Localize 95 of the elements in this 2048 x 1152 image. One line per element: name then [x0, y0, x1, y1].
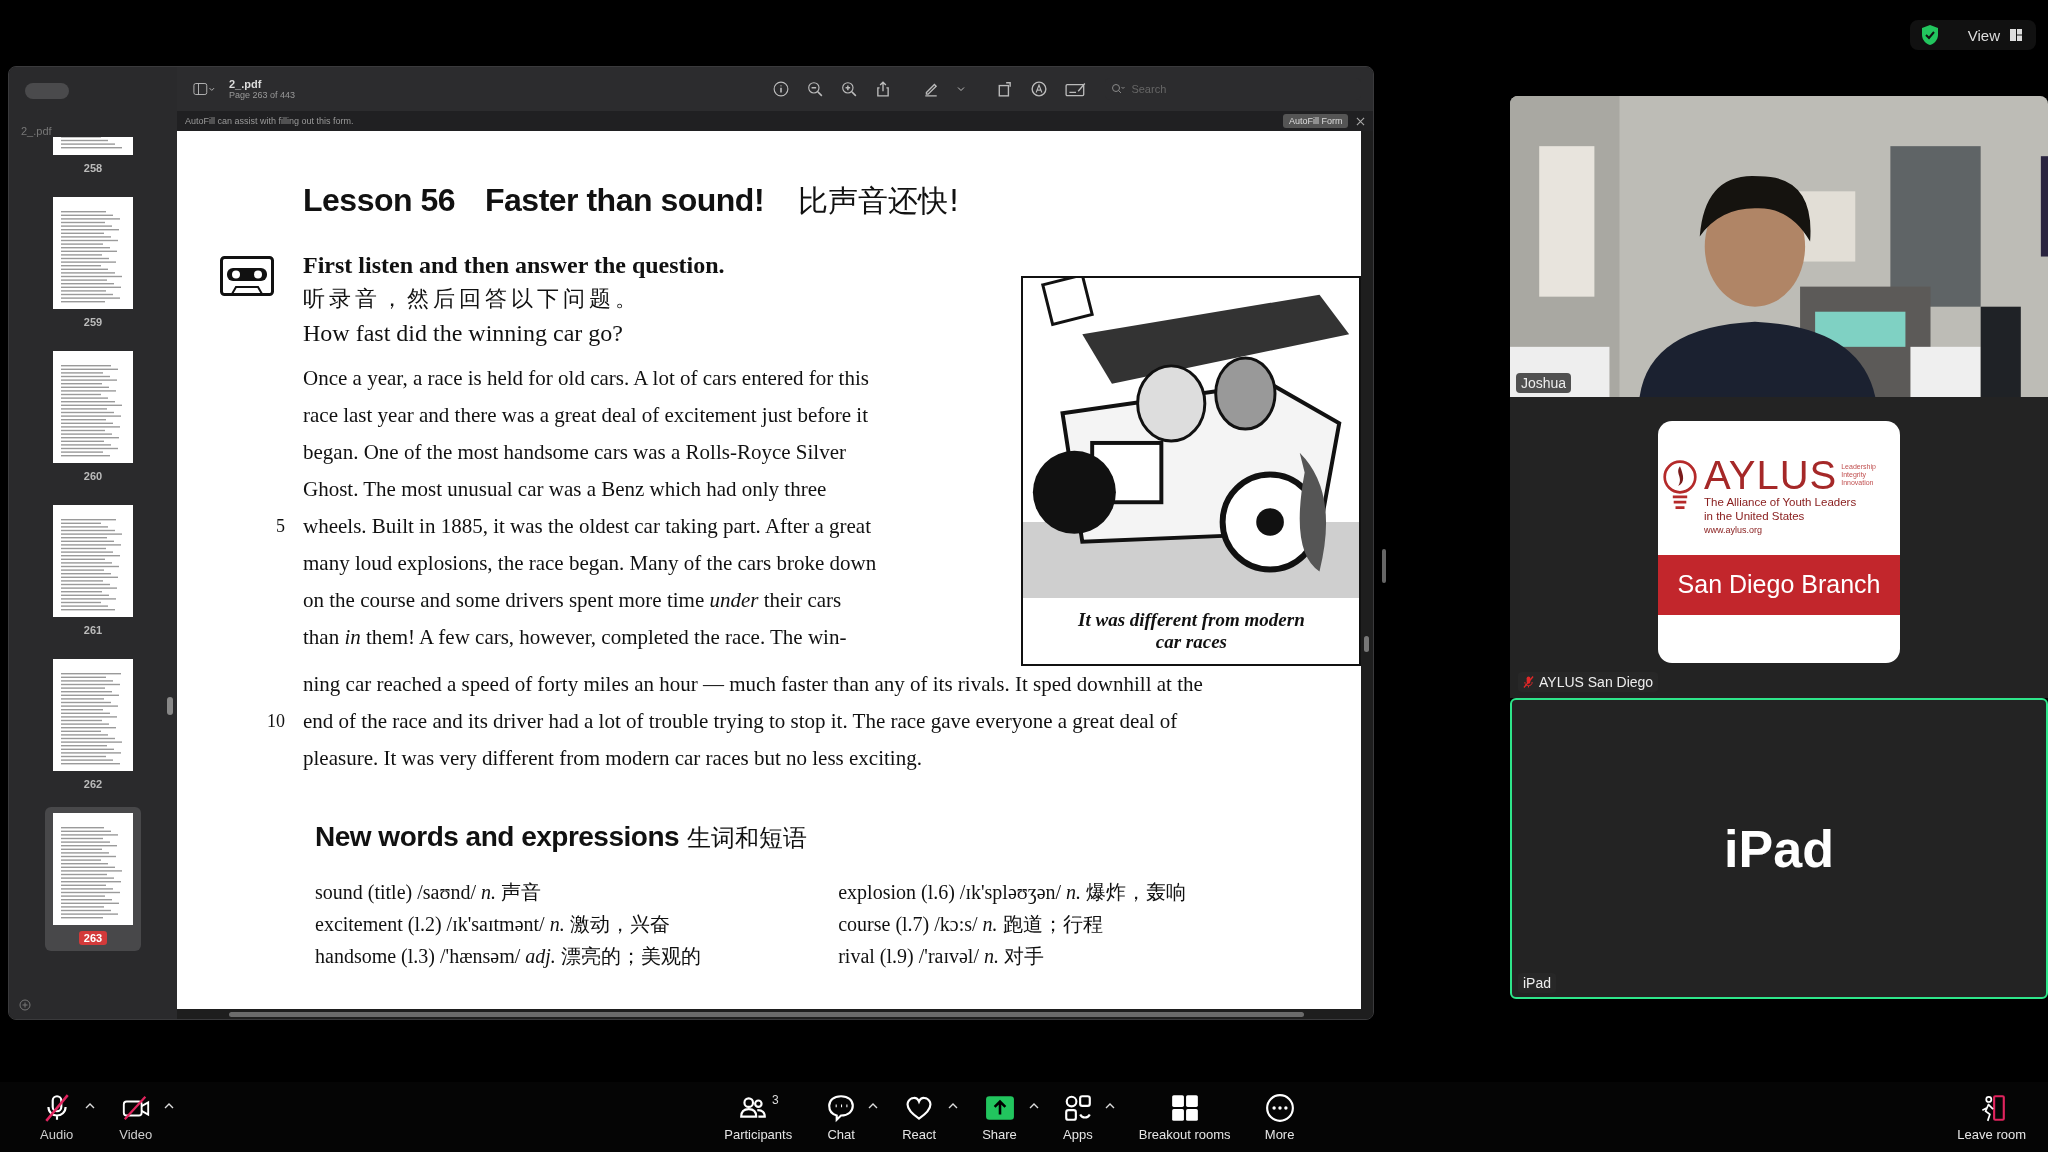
scrollbar-thumb[interactable]: [229, 1011, 1304, 1017]
caret-icon[interactable]: [85, 1102, 96, 1109]
leave-button[interactable]: Leave room: [1947, 1088, 2036, 1146]
page-thumbnail[interactable]: [53, 813, 133, 925]
participant-name: Joshua: [1521, 375, 1567, 391]
vocabulary-entry: course (l.7) /kɔ:s/ n. 跑道；行程: [838, 912, 1104, 938]
share-icon[interactable]: [875, 81, 892, 97]
participant-name: iPad: [1523, 975, 1552, 991]
vocabulary-entry: excitement (l.2) /ɪk'saɪtmənt/ n. 激动，兴奋: [315, 912, 671, 938]
passage-line: end of the race and its driver had a lot of trouble trying to stop it. The race gave everyone a great deal of: [303, 709, 1178, 734]
autofill-message: AutoFill can assist with filling out this form.: [185, 116, 354, 126]
passage-line: ning car reached a speed of forty miles an hour — much faster than any of its rivals. It sped downhill at the: [303, 672, 1203, 697]
lesson-title: Lesson 56: [303, 182, 455, 219]
participant-name: AYLUS San Diego: [1539, 674, 1654, 690]
document-title: 2_.pdf: [229, 78, 263, 90]
branch-name: San Diego Branch: [1677, 570, 1881, 599]
breakout-button[interactable]: Breakout rooms: [1128, 1088, 1241, 1146]
caret-icon[interactable]: [1028, 1102, 1039, 1109]
instruction-chinese: 听录音，然后回答以下问题。: [303, 285, 642, 313]
markup-icon[interactable]: [1031, 81, 1048, 97]
rotate-icon[interactable]: [997, 81, 1014, 97]
passage-line: than in them! A few cars, however, completed the race. The win-: [303, 625, 847, 650]
close-icon[interactable]: [1356, 116, 1366, 126]
page-number: 260: [82, 469, 104, 483]
line-number: 5: [276, 516, 285, 536]
search-field[interactable]: Search: [1129, 82, 1334, 96]
page-count: Page 263 of 443: [229, 90, 296, 100]
zoom-out-icon[interactable]: [807, 81, 824, 97]
section-heading: New words and expressions: [315, 821, 680, 853]
more-button[interactable]: More: [1254, 1088, 1305, 1146]
passage-line: wheels. Built in 1885, it was the oldest car taking part. After a great: [303, 514, 871, 539]
figure-caption: car races: [1155, 631, 1227, 653]
caret-icon[interactable]: [164, 1102, 175, 1109]
passage-line: race last year and there was a great deal of excitement just before it: [303, 403, 868, 428]
resize-handle[interactable]: [1382, 549, 1387, 583]
autofill-button[interactable]: AutoFill Form: [1282, 114, 1349, 128]
form-icon[interactable]: [1065, 81, 1088, 97]
page-thumbnail[interactable]: [53, 351, 133, 463]
more-icon: [1264, 1092, 1295, 1123]
shield-check-icon[interactable]: [1919, 24, 1940, 46]
line-number: 10: [267, 711, 285, 731]
logo-tagline: The Alliance of Youth Leaders: [1704, 494, 1858, 509]
apps-icon: [1062, 1092, 1093, 1123]
passage-line: pleasure. It was very different from modern car races but no less exciting.: [303, 746, 922, 771]
passage-line: began. One of the most handsome cars was a Rolls-Royce Silver: [303, 440, 846, 465]
sidebar-toggle-icon[interactable]: [193, 81, 215, 97]
vocabulary-entry: handsome (l.3) /'hænsəm/ adj. 漂亮的；美观的: [315, 944, 702, 970]
passage-line: on the course and some drivers spent more time under their cars: [303, 588, 842, 613]
page-number: 261: [82, 623, 104, 637]
passage-line: many loud explosions, the race began. Many of the cars broke down: [303, 551, 877, 576]
logo-tagline: in the United States: [1704, 508, 1806, 523]
lesson-heading: Faster than sound!: [485, 182, 765, 219]
page-number: 262: [82, 777, 104, 791]
chat-button[interactable]: Chat: [816, 1088, 867, 1146]
instruction-text: First listen and then answer the question.: [303, 251, 725, 280]
sidebar-title: 2_.pdf: [21, 125, 52, 137]
logo-wordmark: AYLUS: [1704, 454, 1838, 495]
add-icon[interactable]: [19, 999, 31, 1011]
info-icon[interactable]: [773, 81, 790, 97]
page-thumbnail[interactable]: [53, 659, 133, 771]
passage-line: Ghost. The most unusual car was a Benz which had only three: [303, 477, 827, 502]
vocabulary-entry: sound (title) /saʊnd/ n. 声音: [315, 880, 542, 906]
react-button[interactable]: React: [892, 1088, 947, 1146]
page-number: 263: [78, 931, 108, 945]
page-number: 259: [82, 315, 104, 329]
page-thumbnail[interactable]: [53, 505, 133, 617]
layout-icon: [2010, 29, 2022, 41]
caret-icon[interactable]: [1104, 1102, 1115, 1109]
passage-line: Once a year, a race is held for old cars. A lot of cars entered for this: [303, 366, 869, 391]
search-icon: [1111, 83, 1126, 95]
cassette-icon: [219, 256, 275, 296]
apps-button[interactable]: Apps: [1052, 1088, 1103, 1146]
scrollbar-thumb[interactable]: [167, 697, 173, 715]
lesson-heading-chinese: 比声音还快!: [798, 182, 961, 220]
vocabulary-entry: explosion (l.6) /ɪk'spləʊʒən/ n. 爆炸，轰响: [838, 880, 1188, 906]
caret-icon[interactable]: [868, 1102, 879, 1109]
figure-caption: It was different from modern: [1078, 609, 1305, 631]
caret-icon[interactable]: [948, 1102, 959, 1109]
logo-url: www.aylus.org: [1704, 524, 1764, 535]
page-number: 258: [82, 161, 104, 175]
audio-button[interactable]: Audio: [30, 1088, 84, 1146]
section-heading-chinese: 生词和短语: [687, 823, 808, 854]
pen-icon[interactable]: [923, 81, 940, 97]
zoom-in-icon[interactable]: [841, 81, 858, 97]
scrollbar-thumb[interactable]: [1364, 636, 1370, 652]
participants-button[interactable]: 3 Participants: [714, 1088, 803, 1146]
grid-icon: [1169, 1092, 1200, 1123]
chat-icon: [826, 1092, 857, 1123]
participant-label: iPad: [1724, 818, 1834, 879]
video-button[interactable]: Video: [109, 1088, 163, 1146]
vocabulary-entry: rival (l.9) /'raɪvəl/ n. 对手: [838, 944, 1045, 970]
participant-count: 3: [771, 1092, 779, 1107]
share-button[interactable]: Share: [972, 1088, 1027, 1146]
page-thumbnail[interactable]: [53, 197, 133, 309]
question-text: How fast did the winning car go?: [303, 319, 624, 348]
